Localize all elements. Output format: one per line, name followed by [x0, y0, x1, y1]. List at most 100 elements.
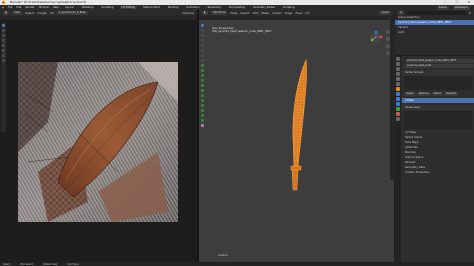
- section-shape-keys[interactable]: Shape Keys: [402, 105, 474, 110]
- scale-tool-icon[interactable]: [201, 44, 204, 47]
- mode-selector[interactable]: Edit Mode: [211, 11, 228, 15]
- shrink-fatten-tool-icon[interactable]: [201, 109, 204, 112]
- viewport-status-chip[interactable]: Collision: [216, 254, 231, 258]
- viewport-mesh-menu[interactable]: Mesh: [261, 11, 269, 15]
- viewport-vertex-menu[interactable]: Vertex: [272, 11, 282, 15]
- scene-tab-icon[interactable]: [396, 77, 400, 81]
- smooth-tool-icon[interactable]: [201, 99, 204, 102]
- tool-tab-icon[interactable]: [396, 57, 400, 61]
- viewport-edge-menu[interactable]: Edge: [285, 11, 293, 15]
- menu-render[interactable]: Render: [25, 6, 34, 9]
- tab-scripting[interactable]: Scripting: [281, 6, 297, 9]
- filter-icon[interactable]: ⚲: [469, 11, 471, 15]
- viewport-editor-type-icon[interactable]: ◧: [202, 11, 209, 15]
- shape-key-list[interactable]: [404, 111, 472, 129]
- object-tab-icon[interactable]: [396, 87, 400, 91]
- tab-modeling[interactable]: Modeling: [80, 6, 96, 9]
- rotate-tool-icon[interactable]: [201, 39, 204, 42]
- menu-help[interactable]: Help: [53, 6, 59, 9]
- section-vertex-groups[interactable]: Vertex Groups: [402, 70, 474, 75]
- knife-tool-icon[interactable]: [201, 84, 204, 87]
- material-tab-icon[interactable]: [396, 112, 400, 116]
- render-tab-icon[interactable]: [396, 62, 400, 66]
- uv-select-menu[interactable]: Select: [25, 11, 34, 15]
- section-custom-properties[interactable]: Custom Properties: [402, 170, 474, 175]
- texture-tab-icon[interactable]: [396, 117, 400, 121]
- world-tab-icon[interactable]: [396, 82, 400, 86]
- uv-options-menu[interactable]: Options: [182, 11, 194, 15]
- tab-layout[interactable]: Layout: [63, 6, 76, 9]
- output-tab-icon[interactable]: [396, 67, 400, 71]
- select-tool-icon[interactable]: [201, 24, 204, 27]
- loop-cut-tool-icon[interactable]: [201, 79, 204, 82]
- deselect-button[interactable]: Deselect: [443, 91, 459, 96]
- scene-selector[interactable]: Scene: [436, 5, 449, 10]
- particles-tab-icon[interactable]: [396, 97, 400, 101]
- select-button[interactable]: Select: [431, 91, 443, 96]
- window-title: Blender* [E:\trash\blade\src\src\globalb…: [10, 0, 87, 4]
- tab-shading[interactable]: Shading: [166, 6, 181, 9]
- extrude-tool-icon[interactable]: [201, 64, 204, 67]
- viewport-face-menu[interactable]: Face: [296, 11, 303, 15]
- measure-tool-icon[interactable]: [201, 59, 204, 62]
- tab-sculpting[interactable]: Sculpting: [99, 6, 115, 9]
- remove-button[interactable]: Remove: [416, 91, 431, 96]
- tab-rendering[interactable]: Rendering: [206, 6, 223, 9]
- view-layer-tab-icon[interactable]: [396, 72, 400, 76]
- assign-button[interactable]: Assign: [404, 91, 416, 96]
- cursor-tool-icon[interactable]: [2, 24, 5, 27]
- transform-orientation-selector[interactable]: Global: [379, 11, 391, 15]
- bevel-tool-icon[interactable]: [201, 74, 204, 77]
- menu-window[interactable]: Window: [39, 6, 49, 9]
- rip-region-tool-icon[interactable]: [201, 119, 204, 122]
- menu-file[interactable]: File: [8, 6, 12, 9]
- menu-edit[interactable]: Edit: [16, 6, 21, 9]
- vertex-group-list[interactable]: [404, 76, 472, 90]
- uv-view-menu[interactable]: View: [12, 11, 22, 15]
- pinch-brush-icon[interactable]: [2, 59, 5, 62]
- annotate-tool-icon[interactable]: [201, 54, 204, 57]
- move-tool-icon[interactable]: [201, 34, 204, 37]
- tab-uv-editing[interactable]: UV Editing: [119, 6, 138, 9]
- relax-brush-icon[interactable]: [2, 54, 5, 57]
- view-layer-selector[interactable]: ViewLayer: [452, 5, 470, 10]
- rotate-tool-icon[interactable]: [2, 34, 5, 37]
- scale-tool-icon[interactable]: [2, 39, 5, 42]
- spin-tool-icon[interactable]: [201, 94, 204, 97]
- uv-image-selector[interactable]: 1_pyramid_01_lt_Base: [56, 11, 88, 15]
- outliner-editor-icon[interactable]: ☰: [398, 10, 405, 15]
- uv-editor-type-icon[interactable]: ▦: [3, 11, 10, 15]
- uv-texture-canvas[interactable]: [18, 62, 178, 222]
- poly-build-tool-icon[interactable]: [201, 89, 204, 92]
- modifier-tab-icon[interactable]: [396, 92, 400, 96]
- outliner-search-input[interactable]: [407, 10, 466, 15]
- shear-tool-icon[interactable]: [201, 114, 204, 117]
- mesh-name-field[interactable]: pyramid_head_knife: [405, 63, 474, 68]
- uv-image-menu[interactable]: Image: [37, 11, 46, 15]
- viewport-view-menu[interactable]: View: [230, 11, 237, 15]
- data-tab-icon[interactable]: [396, 107, 400, 111]
- outliner-row-light[interactable]: Light: [395, 30, 474, 35]
- viewport-add-menu[interactable]: Add: [253, 11, 259, 15]
- rip-tool-icon[interactable]: [2, 44, 5, 47]
- blender-menu-icon[interactable]: ◆: [2, 6, 4, 9]
- transform-tool-icon[interactable]: [201, 49, 204, 52]
- navigation-gizmo[interactable]: [369, 30, 383, 45]
- viewport-select-menu[interactable]: Select: [240, 11, 249, 15]
- physics-tab-icon[interactable]: [396, 102, 400, 106]
- edge-slide-tool-icon[interactable]: [201, 104, 204, 107]
- uv-uv-menu[interactable]: UV: [50, 11, 54, 15]
- tab-compositing[interactable]: Compositing: [227, 6, 247, 9]
- cursor-tool-icon[interactable]: [201, 29, 204, 32]
- active-uv-map-row[interactable]: UVMap: [402, 98, 474, 103]
- inset-tool-icon[interactable]: [201, 69, 204, 72]
- tab-texture-paint[interactable]: Texture Paint: [141, 6, 162, 9]
- paint-tool-icon[interactable]: [201, 124, 204, 127]
- viewport-uv-menu[interactable]: UV: [305, 11, 309, 15]
- knife-mesh[interactable]: [276, 58, 316, 199]
- object-name-field[interactable]: pyramid_head_weapon_knife_0801_0807: [405, 58, 474, 63]
- grab-brush-icon[interactable]: [2, 49, 5, 52]
- move-tool-icon[interactable]: [2, 29, 5, 32]
- tab-animation[interactable]: Animation: [184, 6, 201, 9]
- tab-geometry-nodes[interactable]: Geometry Nodes: [251, 6, 277, 9]
